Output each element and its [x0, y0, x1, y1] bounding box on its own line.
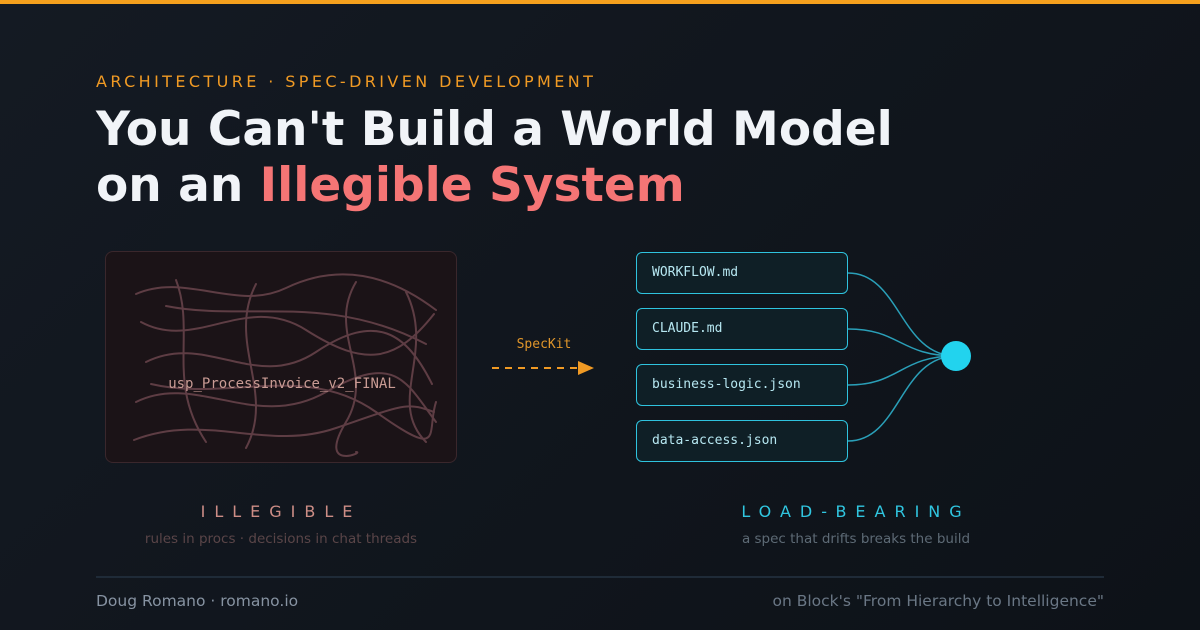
procedure-name: usp_ProcessInvoice_v2_FINAL	[168, 376, 396, 392]
tangled-lines-graphic	[133, 273, 437, 457]
load-bearing-subtitle: a spec that drifts breaks the build	[741, 531, 971, 547]
title-line-2: on an Illegible System	[96, 158, 893, 214]
title-prefix: on an	[96, 158, 260, 213]
file-card-business-logic: business-logic.json	[636, 364, 848, 406]
eyebrow-label: ARCHITECTURE · SPEC-DRIVEN DEVELOPMENT	[96, 72, 597, 91]
hub-connector-lines	[847, 272, 957, 442]
illegible-subtitle: rules in procs · decisions in chat threa…	[144, 531, 418, 547]
dashed-arrow-icon	[492, 361, 594, 375]
illegible-label: ILLEGIBLE	[200, 502, 362, 521]
speckit-label: SpecKit	[516, 337, 572, 352]
hub-node-icon	[941, 341, 971, 371]
footer-divider	[96, 576, 1104, 578]
file-card-workflow: WORKFLOW.md	[636, 252, 848, 294]
illegible-panel: usp_ProcessInvoice_v2_FINAL	[105, 251, 457, 463]
load-bearing-label: LOAD-BEARING	[741, 502, 971, 521]
file-card-data-access: data-access.json	[636, 420, 848, 462]
title-accent: Illegible System	[259, 158, 685, 213]
file-card-claude: CLAUDE.md	[636, 308, 848, 350]
top-accent-bar	[0, 0, 1200, 4]
footer-reference: on Block's "From Hierarchy to Intelligen…	[772, 592, 1104, 610]
footer-author: Doug Romano · romano.io	[96, 592, 299, 610]
page-title: You Can't Build a World Model on an Ille…	[96, 102, 893, 214]
title-line-1: You Can't Build a World Model	[96, 102, 893, 157]
